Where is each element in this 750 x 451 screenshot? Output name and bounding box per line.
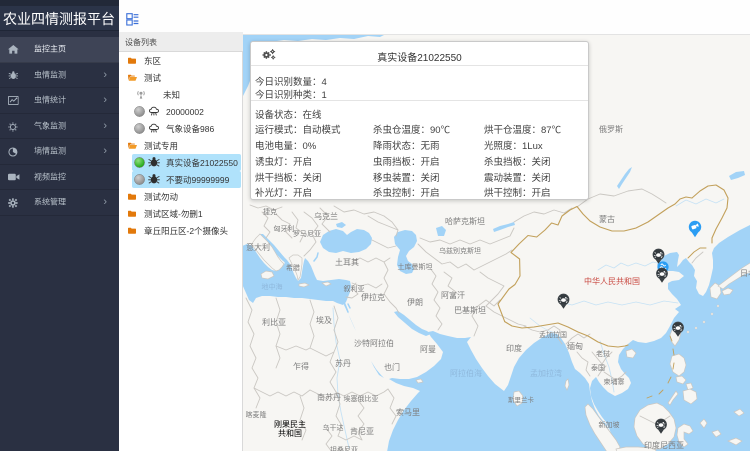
svg-text:地中海: 地中海 [262,282,283,291]
svg-text:意大利: 意大利 [246,242,270,252]
svg-text:喀麦隆: 喀麦隆 [246,410,267,419]
svg-text:日本: 日本 [740,268,750,278]
svg-text:南苏丹: 南苏丹 [317,392,341,402]
svg-text:蒙古: 蒙古 [599,214,615,224]
svg-text:新加坡: 新加坡 [599,420,620,429]
svg-text:埃及: 埃及 [316,315,332,325]
svg-text:匈牙利: 匈牙利 [274,224,295,233]
svg-text:沙特阿拉伯: 沙特阿拉伯 [354,338,394,348]
svg-text:乌克兰: 乌克兰 [314,211,338,221]
svg-text:孟加拉湾: 孟加拉湾 [530,368,562,378]
svg-text:土耳其: 土耳其 [335,257,359,267]
svg-text:阿拉伯海: 阿拉伯海 [450,368,482,378]
svg-text:索马里: 索马里 [396,407,420,417]
svg-text:缅甸: 缅甸 [567,341,583,351]
svg-text:中华人民共和国: 中华人民共和国 [584,276,640,286]
svg-text:老挝: 老挝 [596,349,610,358]
svg-text:哈萨克斯坦: 哈萨克斯坦 [445,216,485,226]
svg-text:印度尼西亚: 印度尼西亚 [644,440,684,450]
svg-text:罗马尼亚: 罗马尼亚 [293,230,321,238]
svg-text:柬埔寨: 柬埔寨 [604,377,625,386]
svg-text:伊拉克: 伊拉克 [361,292,385,302]
svg-text:肯尼亚: 肯尼亚 [350,426,374,436]
svg-text:巴基斯坦: 巴基斯坦 [454,305,486,315]
svg-text:乌兹别克斯坦: 乌兹别克斯坦 [439,246,481,255]
svg-text:也门: 也门 [384,362,400,372]
svg-text:阿富汗: 阿富汗 [441,290,465,300]
svg-text:叙利亚: 叙利亚 [344,284,365,293]
svg-text:苏丹: 苏丹 [335,358,351,368]
svg-text:希腊: 希腊 [286,263,300,272]
svg-text:阿曼: 阿曼 [420,345,436,354]
svg-text:伊朗: 伊朗 [407,297,423,307]
svg-text:泰国: 泰国 [591,363,605,372]
svg-text:孟加拉国: 孟加拉国 [539,330,567,339]
svg-text:土库曼斯坦: 土库曼斯坦 [398,262,433,271]
svg-text:刚果民主: 刚果民主 [274,419,306,429]
svg-text:捷克: 捷克 [263,207,277,216]
svg-text:斯里兰卡: 斯里兰卡 [508,395,535,404]
svg-text:利比亚: 利比亚 [262,317,286,327]
svg-text:印度: 印度 [506,343,522,353]
svg-text:俄罗斯: 俄罗斯 [599,124,623,134]
svg-text:乌干达: 乌干达 [323,423,344,432]
svg-text:乍得: 乍得 [293,361,309,371]
svg-text:埃塞俄比亚: 埃塞俄比亚 [344,394,379,403]
svg-text:共和国: 共和国 [278,429,302,438]
